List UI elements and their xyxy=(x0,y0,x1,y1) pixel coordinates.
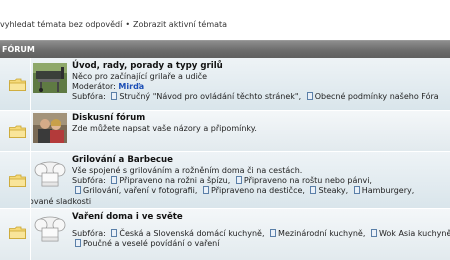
document-icon xyxy=(111,229,118,237)
forum-title[interactable]: Úvod, rady, porady a typy grilů xyxy=(72,61,450,72)
subforum-list: Subfóra: Česká a Slovenská domácí kuchyn… xyxy=(72,229,450,239)
unanswered-topics-link[interactable]: vyhledat témata bez odpovědí xyxy=(0,20,122,29)
chef-hat-icon xyxy=(34,161,66,187)
document-icon xyxy=(111,92,118,100)
forum-moderators: Moderátor: Mirďa xyxy=(72,82,450,92)
forum-status-cell xyxy=(0,111,31,151)
subforum-link[interactable]: Wok Asia kuchyně xyxy=(379,229,450,238)
forum-status-cell xyxy=(0,58,31,110)
subforum-link[interactable]: Steaky, xyxy=(318,186,348,195)
document-icon xyxy=(306,92,313,100)
document-icon xyxy=(75,186,81,194)
subforum-list: Grilované sladkosti xyxy=(31,197,450,207)
subforums-label: Subfóra: xyxy=(72,92,106,101)
active-topics-link[interactable]: Zobrazit aktivní témata xyxy=(133,20,227,29)
forum-column-header: FÓRUM xyxy=(0,40,450,58)
subforums-label: Subfóra: xyxy=(72,229,106,238)
document-icon xyxy=(370,229,377,237)
grill-photo-icon xyxy=(33,63,67,93)
subforums-label: Subfóra: xyxy=(72,176,106,185)
document-icon xyxy=(203,186,209,194)
document-icon xyxy=(111,176,118,184)
document-icon xyxy=(270,229,277,237)
folder-icon xyxy=(9,226,26,239)
document-icon xyxy=(353,186,360,194)
document-icon xyxy=(235,176,242,184)
forum-description: Zde můžete napsat vaše názory a připomín… xyxy=(72,124,257,133)
top-links: vyhledat témata bez odpovědí • Zobrazit ak… xyxy=(0,20,450,33)
subforum-list: Subfóra: Připraveno na rožni a špízu, Př… xyxy=(72,176,450,186)
subforum-list: Subfóra: Stručný "Návod pro ovládání těc… xyxy=(72,92,450,102)
subforum-link[interactable]: Hamburgery, xyxy=(362,186,415,195)
forum-row[interactable]: Vaření doma i ve světe Subfóra: Česká a … xyxy=(0,209,450,260)
forum-row[interactable]: Úvod, rady, porady a typy grilů Něco pro… xyxy=(0,58,450,111)
forum-title[interactable]: Diskusní fórum xyxy=(72,113,450,124)
people-photo-icon xyxy=(33,113,67,143)
subforum-link[interactable]: Obecné podmínky našeho Fóra xyxy=(315,92,439,101)
subforum-link[interactable]: Připraveno na destičce, xyxy=(211,186,305,195)
subforum-link[interactable]: Připraveno na rožni a špízu, xyxy=(119,176,230,185)
top-links-separator: • xyxy=(125,20,131,29)
forum-title[interactable]: Grilování a Barbecue xyxy=(72,155,450,166)
forum-row[interactable]: Grilování a Barbecue Vše spojené s grilo… xyxy=(0,152,450,209)
subforum-link[interactable]: Poučné a veselé povídání o vaření xyxy=(83,239,219,248)
subforum-link[interactable]: Česká a Slovenská domácí kuchyně, xyxy=(119,229,264,238)
subforum-link[interactable]: Grilované sladkosti xyxy=(31,197,91,206)
forum-row[interactable]: Diskusní fórum Zde můžete napsat vaše ná… xyxy=(0,111,450,152)
forum-description: Něco pro začínající grilaře a udiče xyxy=(72,72,208,81)
subforum-link[interactable]: Mezinárodní kuchyně, xyxy=(278,229,365,238)
moderator-label: Moderátor: xyxy=(72,82,116,91)
document-icon xyxy=(310,186,317,194)
subforum-list: Poučné a veselé povídání o vaření xyxy=(72,239,450,249)
chef-hat-icon xyxy=(34,216,66,242)
document-icon xyxy=(75,239,81,247)
folder-icon xyxy=(9,174,26,187)
folder-icon xyxy=(9,78,26,91)
forum-title[interactable]: Vaření doma i ve světe xyxy=(72,212,450,223)
subforum-link[interactable]: Grilování, vaření v fotografii, xyxy=(83,186,197,195)
subforum-link[interactable]: Připraveno na roštu nebo pánvi, xyxy=(244,176,372,185)
subforum-list: Grilování, vaření v fotografii, Připrave… xyxy=(72,186,450,196)
forum-description: Vše spojené s grilováním a rožněním doma… xyxy=(72,166,303,175)
subforum-link[interactable]: Stručný "Návod pro ovládání těchto strán… xyxy=(119,92,301,101)
folder-icon xyxy=(9,125,26,138)
forum-status-cell xyxy=(0,209,31,260)
forum-status-cell xyxy=(0,152,31,208)
moderator-link[interactable]: Mirďa xyxy=(118,82,144,91)
